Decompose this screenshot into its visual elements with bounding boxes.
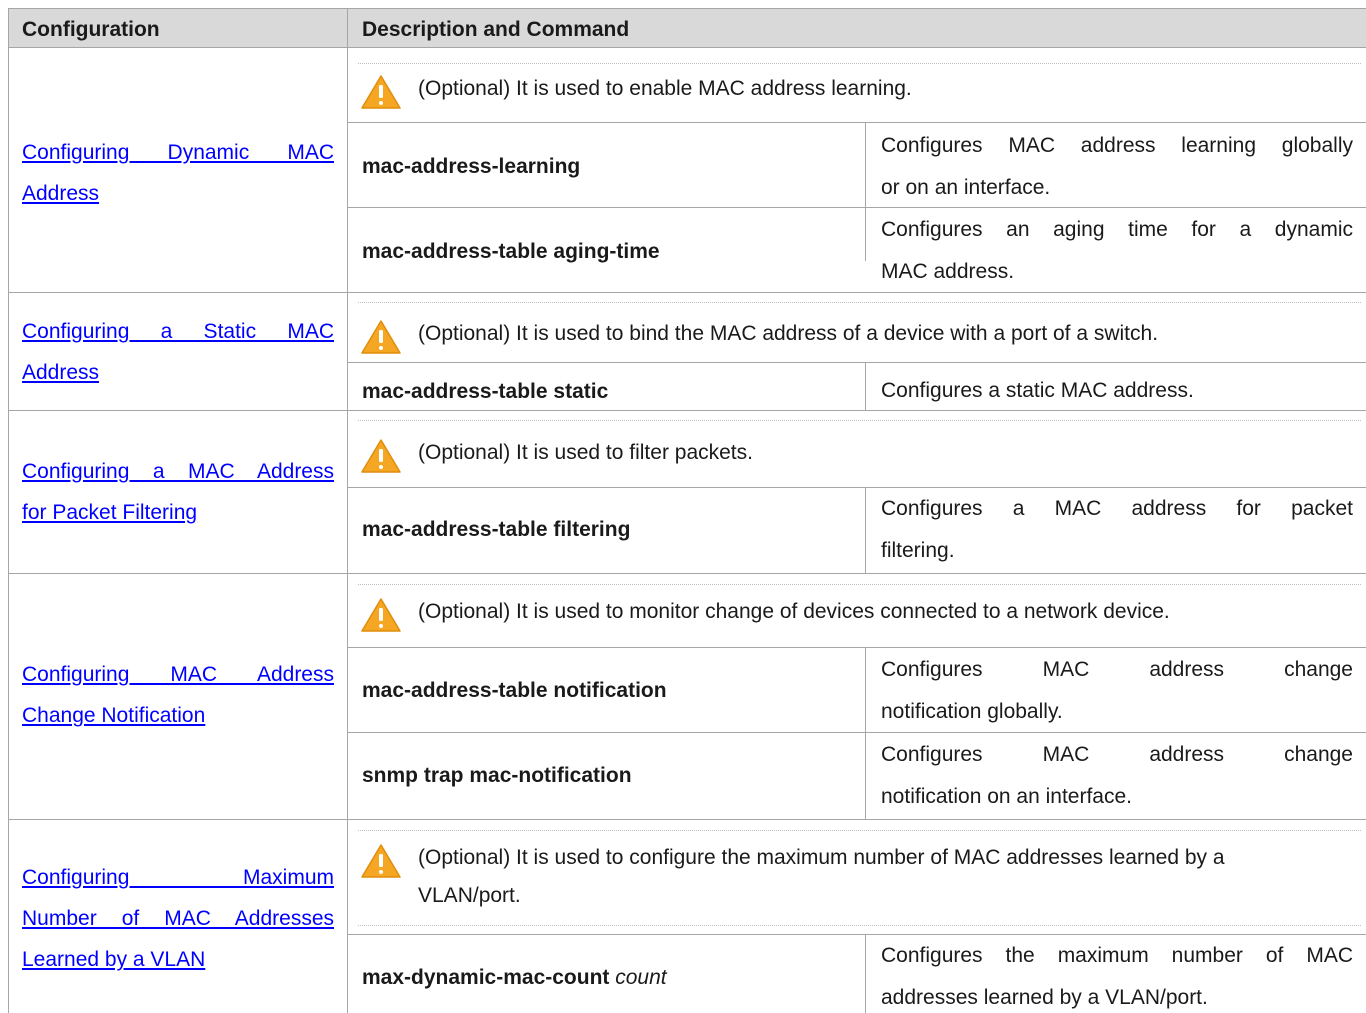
command-description: Configures a MAC address for packet — [881, 497, 1353, 520]
command-description-cont: notification globally. — [881, 700, 1063, 723]
note-row: (Optional) It is used to configure the m… — [360, 839, 1360, 919]
header-description-command: Description and Command — [362, 18, 630, 41]
link-configuring-mac-change-notification[interactable]: Configuring MAC Address — [22, 654, 334, 695]
command-description-cont: or on an interface. — [881, 176, 1051, 199]
note-text: (Optional) It is used to enable MAC addr… — [418, 77, 912, 100]
link-configuring-maximum-mac-learned-end[interactable]: Learned by a VLAN — [22, 939, 334, 980]
section-divider — [8, 573, 1366, 574]
command-mac-address-table-aging-time: mac-address-table aging-time — [362, 240, 660, 263]
note-text: (Optional) It is used to filter packets. — [418, 441, 753, 464]
command-mac-address-table-notification: mac-address-table notification — [362, 679, 667, 702]
command-divider — [865, 122, 866, 261]
config-table: Configuration Description and Command Co… — [8, 8, 1366, 1013]
command-divider — [865, 647, 866, 819]
note-row: (Optional) It is used to bind the MAC ad… — [360, 315, 1360, 359]
note-text-cont: VLAN/port. — [418, 884, 521, 907]
header-configuration: Configuration — [22, 18, 160, 41]
link-configuring-dynamic-mac-cont[interactable]: Address — [22, 173, 334, 214]
table-border-left — [8, 8, 9, 1013]
link-configuring-static-mac[interactable]: Configuring a Static MAC — [22, 311, 334, 352]
note-divider — [358, 830, 1361, 831]
note-divider — [358, 925, 1361, 926]
command-description: Configures MAC address learning globally — [881, 134, 1353, 157]
command-max-dynamic-mac-count: max-dynamic-mac-count count — [362, 966, 667, 990]
command-keyword: max-dynamic-mac-count — [362, 966, 610, 989]
link-configuring-maximum-mac-learned-cont[interactable]: Number of MAC Addresses — [22, 898, 334, 939]
note-row: (Optional) It is used to monitor change … — [360, 593, 1360, 637]
command-divider — [865, 934, 866, 1013]
command-mac-address-learning: mac-address-learning — [362, 155, 581, 178]
link-configuring-static-mac-cont[interactable]: Address — [22, 352, 334, 393]
command-description: Configures the maximum number of MAC — [881, 944, 1353, 967]
note-row: (Optional) It is used to enable MAC addr… — [360, 70, 1360, 114]
section-divider — [8, 819, 1366, 820]
note-row: (Optional) It is used to filter packets. — [360, 434, 1360, 478]
link-configuring-mac-packet-filtering-cont[interactable]: for Packet Filtering — [22, 492, 334, 533]
note-divider — [358, 584, 1361, 585]
command-description-cont: addresses learned by a VLAN/port. — [881, 986, 1208, 1009]
warning-triangle-icon — [361, 844, 401, 878]
warning-triangle-icon — [361, 598, 401, 632]
row-divider — [347, 122, 1366, 123]
command-argument: count — [615, 966, 667, 989]
command-description: Configures MAC address change — [881, 658, 1353, 681]
note-text: (Optional) It is used to bind the MAC ad… — [418, 322, 1159, 345]
command-description: Configures a static MAC address. — [881, 379, 1194, 402]
note-text: (Optional) It is used to monitor change … — [418, 600, 1170, 623]
row-divider — [347, 732, 1366, 733]
warning-triangle-icon — [361, 75, 401, 109]
note-text: (Optional) It is used to configure the m… — [418, 846, 1225, 869]
row-divider — [347, 647, 1366, 648]
section-divider — [8, 410, 1366, 411]
warning-triangle-icon — [361, 439, 401, 473]
command-snmp-trap-mac-notification: snmp trap mac-notification — [362, 764, 632, 787]
link-configuring-dynamic-mac[interactable]: Configuring Dynamic MAC — [22, 132, 334, 173]
warning-triangle-icon — [361, 320, 401, 354]
command-description-cont: notification on an interface. — [881, 785, 1132, 808]
note-divider — [358, 63, 1361, 64]
command-divider — [865, 362, 866, 410]
command-mac-address-table-static: mac-address-table static — [362, 380, 609, 403]
link-configuring-maximum-mac-learned[interactable]: Configuring Maximum — [22, 857, 334, 898]
command-divider — [865, 487, 866, 573]
table-header: Configuration Description and Command — [8, 8, 1366, 48]
command-description-cont: filtering. — [881, 539, 955, 562]
row-divider — [347, 362, 1366, 363]
command-description: Configures MAC address change — [881, 743, 1353, 766]
command-description: Configures an aging time for a dynamic — [881, 218, 1353, 241]
link-configuring-mac-packet-filtering[interactable]: Configuring a MAC Address — [22, 451, 334, 492]
command-description-cont: MAC address. — [881, 260, 1015, 283]
section-divider — [8, 292, 1366, 293]
note-divider — [358, 420, 1361, 421]
command-mac-address-table-filtering: mac-address-table filtering — [362, 518, 631, 541]
row-divider — [347, 207, 1366, 208]
link-configuring-mac-change-notification-cont[interactable]: Change Notification — [22, 695, 334, 736]
note-divider — [358, 302, 1361, 303]
column-divider — [347, 8, 348, 1013]
table-border-top — [347, 8, 1366, 9]
